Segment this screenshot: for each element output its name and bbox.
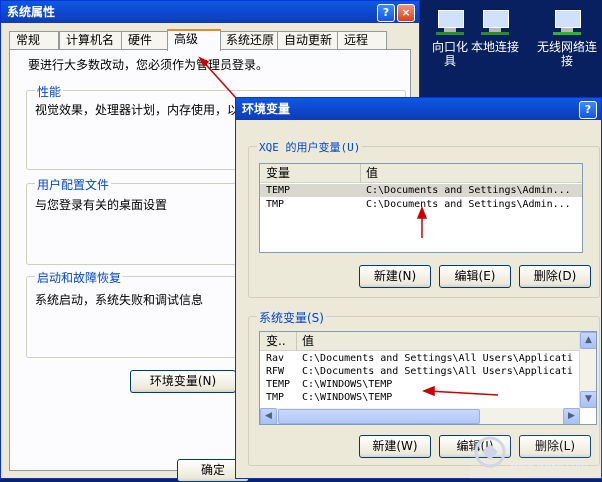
watermark-logo: www.ikaka.com bbox=[470, 430, 602, 479]
watermark-url: www.ikaka.com bbox=[510, 460, 588, 471]
tab-advanced[interactable]: 高级 bbox=[167, 29, 221, 51]
watermark-icon bbox=[470, 430, 602, 479]
annotation-arrows bbox=[198, 56, 499, 397]
arrow-icon bbox=[198, 56, 499, 397]
